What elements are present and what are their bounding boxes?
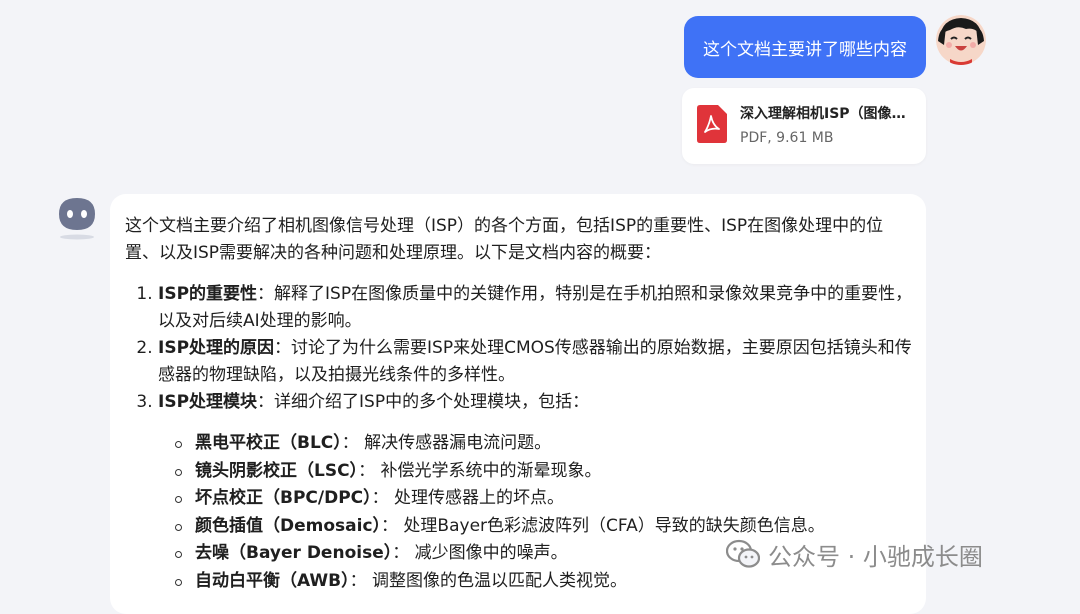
module-item: 镜头阴影校正（LSC）： 补偿光学系统中的渐晕现象。: [175, 458, 913, 486]
module-title: 黑电平校正（BLC）: [195, 433, 342, 453]
item-text: ：详细介绍了ISP中的多个处理模块，包括：: [257, 392, 590, 412]
module-text: ： 减少图像中的噪声。: [392, 543, 568, 563]
user-message-text: 这个文档主要讲了哪些内容: [703, 39, 907, 60]
answer-intro: 这个文档主要介绍了相机图像信号处理（ISP）的各个方面，包括ISP的重要性、IS…: [125, 216, 884, 263]
module-title: 去噪（Bayer Denoise）: [195, 543, 393, 563]
module-item: 黑电平校正（BLC）： 解决传感器漏电流问题。: [175, 430, 913, 458]
item-title: ISP处理模块: [158, 392, 258, 412]
watermark: 公众号 · 小驰成长圈: [726, 533, 983, 575]
item-title: ISP的重要性: [158, 284, 258, 304]
module-title: 坏点校正（BPC/DPC）: [195, 488, 372, 508]
attachment-card[interactable]: 深入理解相机ISP（图像信号处理） PDF, 9.61 MB: [682, 88, 926, 164]
attachment-name: 深入理解相机ISP（图像信号处理）: [740, 106, 918, 122]
avatar-image: [936, 15, 986, 65]
watermark-text: 公众号 · 小驰成长圈: [768, 542, 983, 571]
module-text: ： 处理传感器上的坏点。: [371, 488, 565, 508]
assistant-avatar: [56, 196, 98, 242]
attachment-meta: PDF, 9.61 MB: [740, 130, 834, 146]
module-title: 自动白平衡（AWB）: [195, 570, 350, 591]
list-item: ISP的重要性：解释了ISP在图像质量中的关键作用，特别是在手机拍照和录像效果竞…: [158, 281, 913, 335]
module-title: 镜头阴影校正（LSC）: [195, 460, 359, 481]
pdf-icon: [697, 105, 727, 143]
wechat-icon: [726, 539, 760, 568]
list-item: ISP处理的原因：讨论了为什么需要ISP来处理CMOS传感器输出的原始数据，主要…: [158, 335, 913, 389]
module-text: ： 补偿光学系统中的渐晕现象。: [358, 460, 602, 481]
item-title: ISP处理的原因: [158, 338, 275, 358]
bot-icon: [59, 198, 95, 240]
module-text: ： 调整图像的色温以匹配人类视觉。: [349, 570, 628, 591]
module-text: ： 解决传感器漏电流问题。: [341, 433, 552, 453]
user-avatar[interactable]: [936, 15, 986, 65]
item-text: ：解释了ISP在图像质量中的关键作用，特别是在手机拍照和录像效果竞争中的重要性，…: [158, 284, 913, 331]
module-title: 颜色插值（Demosaic）: [195, 515, 382, 536]
module-item: 坏点校正（BPC/DPC）： 处理传感器上的坏点。: [175, 485, 913, 513]
user-message-bubble: 这个文档主要讲了哪些内容: [684, 16, 926, 78]
